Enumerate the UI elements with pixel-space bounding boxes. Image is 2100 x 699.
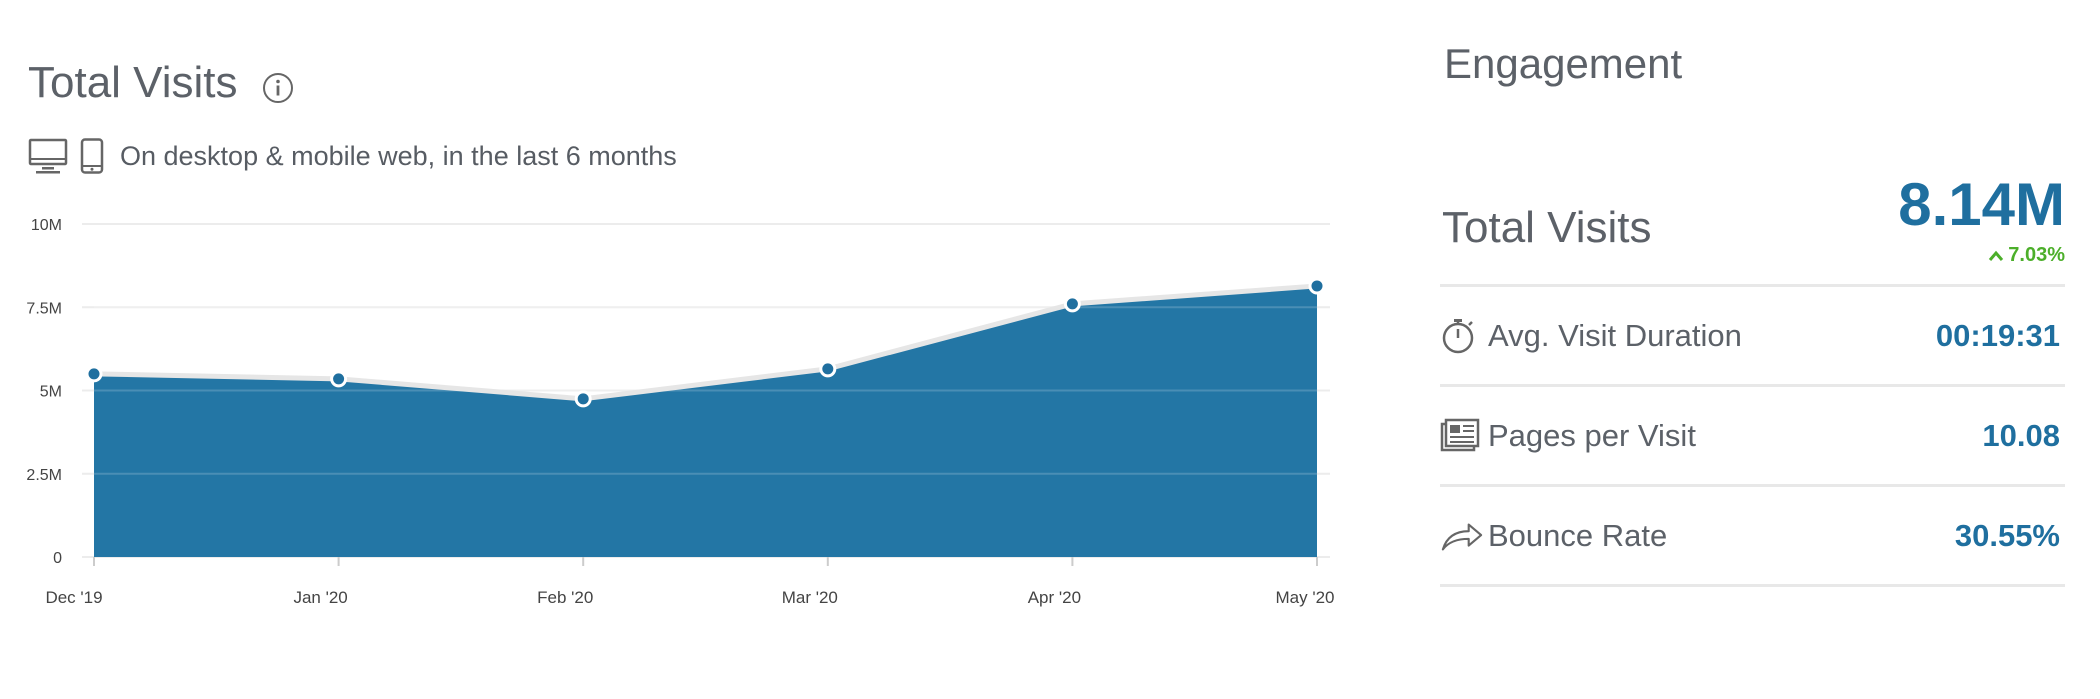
divider bbox=[1440, 584, 2065, 587]
total-visits-title: Total Visits bbox=[28, 58, 238, 107]
metric-row-avg-visit-duration: Avg. Visit Duration 00:19:31 bbox=[1440, 306, 2065, 366]
chevron-up-icon bbox=[1989, 250, 2004, 261]
y-tick-label: 10M bbox=[31, 217, 62, 234]
metric-label: Bounce Rate bbox=[1488, 518, 1668, 553]
device-subtitle: On desktop & mobile web, in the last 6 m… bbox=[28, 138, 677, 174]
subtitle-text: On desktop & mobile web, in the last 6 m… bbox=[120, 140, 677, 171]
info-icon[interactable] bbox=[262, 72, 294, 109]
bounce-arrow-icon bbox=[1440, 519, 1484, 553]
metric-value: 10.08 bbox=[1982, 418, 2060, 453]
data-point bbox=[819, 360, 837, 378]
area-fill bbox=[94, 285, 1317, 557]
metric-value: 30.55% bbox=[1954, 518, 2060, 553]
y-tick-label: 0 bbox=[53, 550, 62, 567]
x-tick-label: May '20 bbox=[1276, 588, 1335, 607]
data-point bbox=[1308, 277, 1326, 295]
data-point bbox=[330, 370, 348, 388]
divider bbox=[1440, 284, 2065, 287]
y-tick-label: 7.5M bbox=[26, 300, 62, 317]
pages-icon bbox=[1440, 418, 1484, 454]
x-tick-label: Apr '20 bbox=[1028, 588, 1081, 607]
y-tick-label: 2.5M bbox=[26, 467, 62, 484]
engagement-total-visits-label: Total Visits bbox=[1442, 203, 1652, 252]
engagement-panel: Engagement Total Visits 8.14M 7.03% Avg.… bbox=[1440, 0, 2070, 699]
divider bbox=[1440, 484, 2065, 487]
total-visits-change-value: 7.03% bbox=[2008, 244, 2065, 266]
data-point bbox=[85, 365, 103, 383]
mobile-icon bbox=[80, 138, 104, 174]
x-tick-label: Feb '20 bbox=[537, 588, 593, 607]
divider bbox=[1440, 384, 2065, 387]
data-point bbox=[1063, 295, 1081, 313]
engagement-total-visits-value: 8.14M bbox=[1898, 171, 2065, 238]
total-visits-change: 7.03% bbox=[1988, 244, 2065, 267]
metric-label: Avg. Visit Duration bbox=[1488, 318, 1742, 353]
metric-value: 00:19:31 bbox=[1935, 318, 2060, 353]
total-visits-chart: 0 2.5M 5M 7.5M 10M Dec '19 Jan '20 Feb '20 Mar '… bbox=[26, 217, 1335, 607]
metric-label: Pages per Visit bbox=[1488, 418, 1696, 453]
desktop-icon bbox=[28, 138, 68, 174]
data-point bbox=[574, 390, 592, 408]
metric-row-pages-per-visit: Pages per Visit 10.08 bbox=[1440, 406, 2065, 466]
engagement-title: Engagement bbox=[1444, 40, 1683, 87]
stopwatch-icon bbox=[1440, 317, 1484, 355]
x-tick-label: Dec '19 bbox=[45, 588, 102, 607]
metric-row-bounce-rate: Bounce Rate 30.55% bbox=[1440, 506, 2065, 566]
x-tick-label: Mar '20 bbox=[782, 588, 838, 607]
x-tick-label: Jan '20 bbox=[293, 588, 347, 607]
y-tick-label: 5M bbox=[40, 384, 62, 401]
